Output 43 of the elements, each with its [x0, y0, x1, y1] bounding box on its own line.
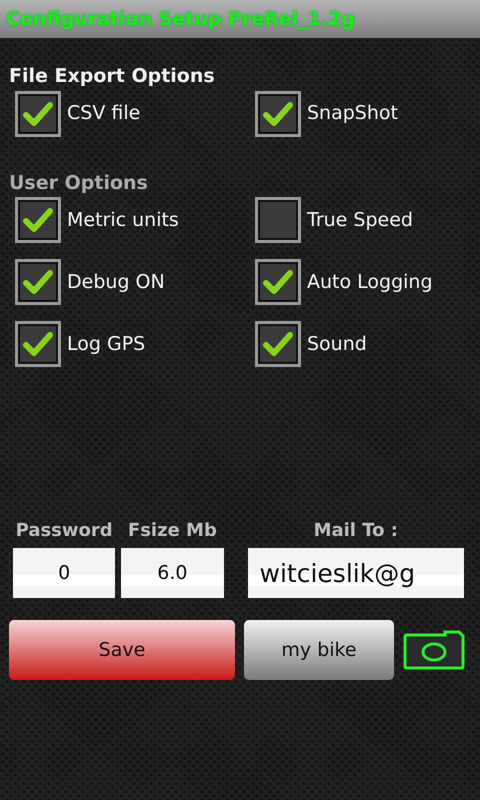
checkbox[interactable] [15, 197, 61, 243]
option-label: Log GPS [67, 332, 146, 357]
checkbox[interactable] [255, 197, 301, 243]
checkbox[interactable] [15, 259, 61, 305]
option-checkbox[interactable]: True Speed [255, 197, 471, 243]
window-title: Configuration Setup PreRel_1.2g [6, 6, 356, 32]
checkbox[interactable] [15, 321, 61, 367]
option-checkbox[interactable]: Log GPS [15, 321, 255, 367]
checkbox[interactable] [255, 259, 301, 305]
option-label: CSV file [67, 101, 140, 126]
field-label: Mail To : [312, 519, 399, 543]
option-checkbox[interactable]: CSV file [15, 90, 255, 136]
bike-button[interactable]: my bike [244, 620, 394, 680]
option-label: True Speed [307, 208, 413, 233]
option-label: Auto Logging [307, 270, 433, 295]
option-label: Metric units [67, 208, 179, 233]
checkmark-icon [263, 269, 293, 295]
checkbox[interactable] [255, 321, 301, 367]
field-label: Fsize Mb [126, 519, 218, 543]
camera-icon[interactable] [403, 630, 465, 670]
checkbox[interactable] [255, 90, 301, 136]
field-label: Password [14, 519, 114, 543]
input-field[interactable]: 0 [13, 548, 116, 598]
input-field[interactable]: witcieslik@g [248, 548, 464, 598]
checkmark-icon [23, 269, 53, 295]
option-label: Debug ON [67, 270, 165, 295]
option-checkbox[interactable]: Debug ON [15, 259, 255, 305]
option-label: Sound [307, 332, 367, 357]
input-field[interactable]: 6.0 [121, 548, 224, 598]
option-checkbox[interactable]: Metric units [15, 197, 255, 243]
checkmark-icon [23, 331, 53, 357]
checkmark-icon [23, 207, 53, 233]
section-heading: User Options [9, 170, 149, 196]
checkmark-icon [23, 100, 53, 126]
option-label: SnapShot [307, 101, 398, 126]
checkmark-icon [263, 100, 293, 126]
checkbox[interactable] [15, 90, 61, 136]
checkmark-icon [263, 331, 293, 357]
option-checkbox[interactable]: Auto Logging [255, 259, 471, 305]
save-button[interactable]: Save [9, 620, 235, 680]
option-checkbox[interactable]: Sound [255, 321, 471, 367]
option-checkbox[interactable]: SnapShot [255, 90, 471, 136]
section-heading: File Export Options [9, 64, 216, 89]
